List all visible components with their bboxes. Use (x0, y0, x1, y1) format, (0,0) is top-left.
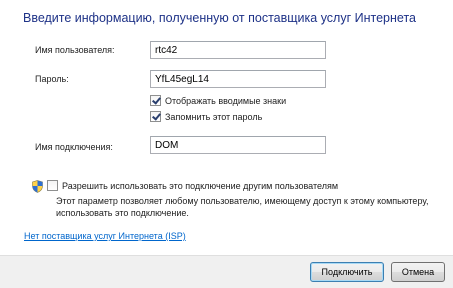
connection-name-label: Имя подключения: (35, 142, 113, 152)
allow-others-checkbox[interactable]: Разрешить использовать это подключение д… (47, 180, 338, 191)
show-chars-label: Отображать вводимые знаки (165, 95, 287, 106)
allow-others-check[interactable] (47, 180, 58, 191)
connection-name-field[interactable] (150, 136, 326, 154)
connect-button[interactable]: Подключить (310, 262, 384, 282)
page-title: Введите информацию, полученную от постав… (23, 11, 416, 25)
uac-shield-icon (32, 180, 43, 193)
remember-password-label: Запомнить этот пароль (165, 111, 263, 122)
allow-others-note: Этот параметр позволяет любому пользоват… (56, 196, 429, 218)
username-field[interactable] (150, 41, 326, 59)
dialog-footer (0, 255, 453, 288)
remember-password-checkbox[interactable]: Запомнить этот пароль (150, 111, 262, 122)
username-label: Имя пользователя: (35, 45, 115, 55)
show-chars-check[interactable] (150, 95, 161, 106)
password-field[interactable] (150, 70, 326, 88)
remember-password-check[interactable] (150, 111, 161, 122)
cancel-button[interactable]: Отмена (391, 262, 445, 282)
show-chars-checkbox[interactable]: Отображать вводимые знаки (150, 95, 286, 106)
allow-others-label: Разрешить использовать это подключение д… (62, 180, 339, 191)
no-isp-link[interactable]: Нет поставщика услуг Интернета (ISP) (24, 231, 186, 241)
password-label: Пароль: (35, 74, 69, 84)
